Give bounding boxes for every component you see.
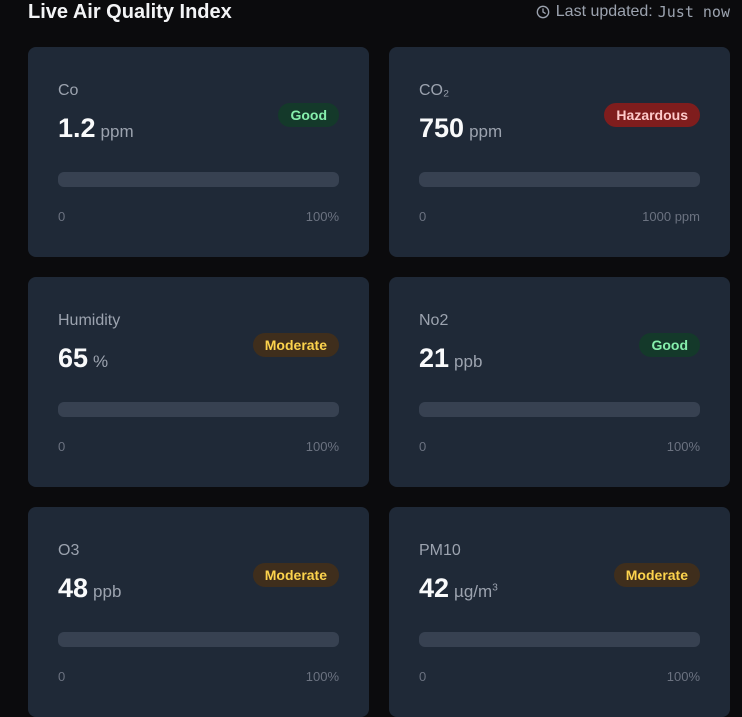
level-scale: 0 1000 ppm	[419, 209, 700, 224]
level-bar	[58, 402, 339, 417]
sensor-label: Humidity	[58, 312, 121, 329]
sensor-reading: 1.2 ppm	[58, 113, 134, 144]
sensor-label: PM10	[419, 542, 461, 559]
status-badge: Moderate	[613, 563, 700, 587]
page-header: Live Air Quality Index Last updated: Jus…	[28, 0, 730, 27]
sensor-unit: ppb	[454, 352, 483, 371]
sensor-reading: 65 %	[58, 343, 108, 374]
sensor-label: Co	[58, 82, 79, 99]
sensor-label: CO₂	[419, 82, 450, 99]
scale-max: 100%	[666, 439, 700, 454]
level-scale: 0 100%	[58, 209, 339, 224]
sensor-reading: 21 ppb	[419, 343, 482, 374]
level-scale: 0 100%	[58, 439, 339, 454]
scale-min: 0	[419, 669, 427, 684]
sensor-value: 1.2	[58, 113, 96, 143]
scale-max: 100%	[305, 669, 339, 684]
sensor-unit: ppb	[93, 582, 122, 601]
sensor-value: 21	[419, 343, 450, 373]
sensor-value: 750	[419, 113, 465, 143]
sensor-unit: µg/m3	[454, 582, 498, 602]
level-bar	[419, 172, 700, 187]
status-badge: Moderate	[252, 333, 339, 357]
sensor-card-co: Co 1.2 ppm Good 0 100%	[28, 47, 369, 257]
scale-max: 100%	[305, 439, 339, 454]
status-badge: Good	[639, 333, 700, 357]
scale-min: 0	[419, 439, 427, 454]
level-bar	[419, 632, 700, 647]
scale-min: 0	[419, 209, 427, 224]
scale-max: 1000 ppm	[642, 209, 700, 224]
status-badge: Hazardous	[604, 103, 700, 127]
sensor-unit: ppm	[469, 122, 503, 141]
sensor-reading: 42 µg/m3	[419, 573, 498, 604]
sensor-label: O3	[58, 542, 80, 559]
sensor-reading: 48 ppb	[58, 573, 121, 604]
scale-min: 0	[58, 439, 66, 454]
sensor-card-co2: CO₂ 750 ppm Hazardous 0 1000 ppm	[389, 47, 730, 257]
level-bar	[58, 172, 339, 187]
clock-icon	[536, 5, 550, 19]
sensor-unit: %	[93, 352, 109, 371]
last-updated-value: Just now	[657, 3, 730, 21]
sensor-unit-base: µg/m	[454, 582, 493, 601]
status-badge: Good	[278, 103, 339, 127]
level-scale: 0 100%	[419, 439, 700, 454]
sensor-value: 48	[58, 573, 89, 603]
sensor-card-humidity: Humidity 65 % Moderate 0 100%	[28, 277, 369, 487]
level-bar	[58, 632, 339, 647]
status-badge: Moderate	[252, 563, 339, 587]
level-scale: 0 100%	[419, 669, 700, 684]
sensor-unit: ppm	[100, 122, 134, 141]
scale-min: 0	[58, 669, 66, 684]
last-updated-label: Last updated:	[555, 3, 653, 20]
scale-max: 100%	[305, 209, 339, 224]
level-bar	[419, 402, 700, 417]
scale-max: 100%	[666, 669, 700, 684]
sensor-label: No2	[419, 312, 449, 329]
page-title: Live Air Quality Index	[28, 0, 232, 23]
scale-min: 0	[58, 209, 66, 224]
sensor-value: 42	[419, 573, 450, 603]
sensor-value: 65	[58, 343, 89, 373]
sensor-card-o3: O3 48 ppb Moderate 0 100%	[28, 507, 369, 717]
level-scale: 0 100%	[58, 669, 339, 684]
sensor-reading: 750 ppm	[419, 113, 502, 144]
sensor-unit-exponent: 3	[492, 582, 498, 594]
last-updated: Last updated: Just now	[536, 3, 730, 21]
sensor-card-pm10: PM10 42 µg/m3 Moderate 0 100%	[389, 507, 730, 717]
sensor-card-no2: No2 21 ppb Good 0 100%	[389, 277, 730, 487]
